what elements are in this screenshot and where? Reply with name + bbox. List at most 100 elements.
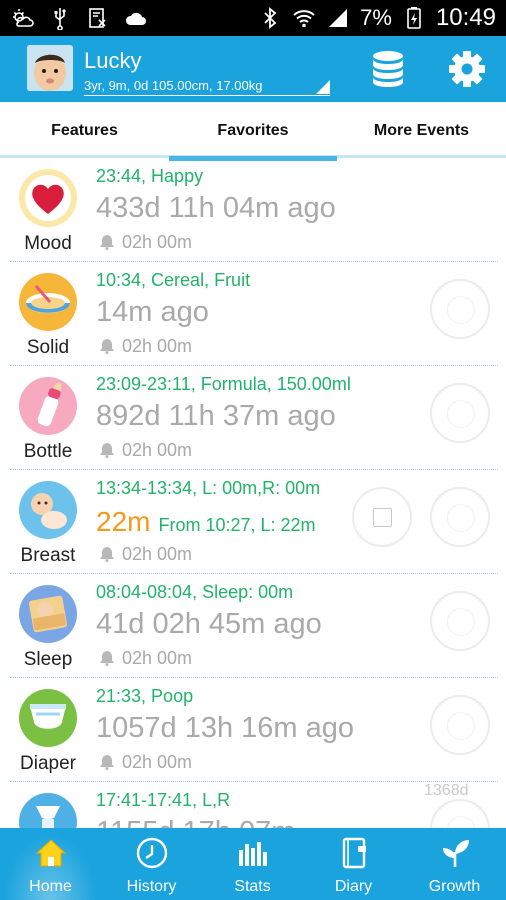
sprout-icon [443, 840, 469, 867]
heart-icon [19, 169, 77, 227]
event-row-mood[interactable]: Mood 23:44, Happy 433d 11h 04m ago 02h 0… [0, 158, 506, 262]
nav-home-label: Home [29, 878, 72, 895]
baby-selector-underline [84, 95, 330, 96]
event-reminder-text: 02h 00m [122, 648, 193, 668]
tab-more-events-label: More Events [373, 122, 470, 139]
nav-diary[interactable]: Diary [303, 828, 404, 900]
wifi-icon [293, 10, 315, 28]
stats-button[interactable] [430, 695, 490, 755]
bottom-nav: Home History Stats Diary Growth [0, 828, 506, 900]
stats-button[interactable] [430, 591, 490, 651]
event-row-breast[interactable]: Breast 13:34-13:34, L: 00m,R: 00m 22m Fro… [0, 470, 506, 574]
breastfeeding-icon [19, 481, 77, 539]
event-reminder: 02h 00m [96, 752, 192, 773]
baby-stats: 3yr, 9m, 0d 105.00cm, 17.00kg [84, 78, 263, 93]
battery-percent: 7% [360, 5, 392, 30]
database-icon[interactable] [371, 50, 405, 88]
clock: 10:49 [435, 4, 496, 31]
event-reminder-text: 02h 00m [122, 440, 193, 460]
event-elapsed: 433d 11h 04m ago [96, 192, 336, 224]
event-last-entry: 10:34, Cereal, Fruit [96, 270, 251, 290]
event-label: Diaper [20, 753, 76, 774]
nav-home[interactable]: Home [0, 828, 101, 900]
event-reminder: 02h 00m [96, 544, 192, 565]
event-elapsed: 1155d 17h 07m [96, 816, 295, 828]
baby-photo [27, 45, 73, 91]
tab-features[interactable]: Features [0, 102, 169, 158]
nav-history[interactable]: History [101, 828, 202, 900]
bar-chart-icon [239, 842, 267, 866]
stop-icon [373, 508, 392, 527]
bluetooth-icon [264, 7, 277, 29]
nav-growth[interactable]: Growth [404, 828, 506, 900]
bell-icon [100, 443, 114, 458]
status-bar: 7% 10:49 [0, 0, 506, 36]
event-row-bottle[interactable]: Bottle 23:09-23:11, Formula, 150.00ml 89… [0, 366, 506, 470]
favorites-list: Mood 23:44, Happy 433d 11h 04m ago 02h 0… [0, 158, 506, 828]
tab-bar: Features Favorites More Events [0, 102, 506, 161]
tab-favorites[interactable]: Favorites [169, 102, 337, 161]
bell-icon [100, 339, 114, 354]
event-label: Sleep [23, 649, 73, 670]
event-row-solid[interactable]: Solid 10:34, Cereal, Fruit 14m ago 02h 0… [0, 262, 506, 366]
nav-stats-label: Stats [234, 878, 271, 895]
event-last-entry: 17:41-17:41, L,R [96, 790, 231, 810]
event-label: Solid [26, 337, 70, 358]
bell-icon [100, 651, 114, 666]
signal-icon [329, 9, 348, 27]
bell-icon [100, 235, 114, 250]
diaper-icon [19, 689, 77, 747]
event-elapsed: 22m [96, 506, 151, 537]
event-elapsed: 41d 02h 45m ago [96, 608, 322, 640]
nav-growth-label: Growth [428, 878, 481, 895]
nav-history-label: History [126, 878, 177, 895]
sleeping-baby-icon [19, 585, 77, 643]
nav-stats[interactable]: Stats [202, 828, 303, 900]
calendar-x-icon [89, 8, 106, 28]
event-reminder: 02h 00m [96, 440, 192, 461]
event-label: Mood [24, 233, 72, 254]
event-reminder: 02h 00m [96, 648, 192, 669]
bell-icon [100, 547, 114, 562]
history-clock-icon [136, 837, 168, 869]
stats-button[interactable] [430, 279, 490, 339]
cloud-icon [125, 12, 146, 25]
avatar[interactable] [27, 45, 73, 91]
tab-more-events[interactable]: More Events [337, 102, 506, 158]
app-header: Lucky 3yr, 9m, 0d 105.00cm, 17.00kg [0, 36, 506, 102]
event-row-sleep[interactable]: Sleep 08:04-08:04, Sleep: 00m 41d 02h 45… [0, 574, 506, 678]
stats-button[interactable] [430, 799, 490, 828]
event-label: Bottle [23, 441, 73, 462]
event-reminder-text: 02h 00m [122, 336, 193, 356]
event-last-entry: 13:34-13:34, L: 00m,R: 00m [96, 478, 321, 498]
event-last-entry: 23:09-23:11, Formula, 150.00ml [96, 374, 351, 394]
event-elapsed: 892d 11h 37m ago [96, 400, 336, 432]
baby-selector-indicator[interactable] [316, 80, 330, 94]
event-reminder: 02h 00m [96, 336, 192, 357]
stats-button[interactable] [430, 487, 490, 547]
event-reminder-text: 02h 00m [122, 544, 193, 564]
event-elapsed-detail: From 10:27, L: 22m [158, 515, 316, 535]
event-row-diaper[interactable]: Diaper 21:33, Poop 1057d 13h 16m ago 02h… [0, 678, 506, 782]
event-elapsed: 14m ago [96, 296, 209, 328]
weather-icon [13, 9, 34, 27]
stats-button[interactable] [430, 383, 490, 443]
bell-icon [100, 755, 114, 770]
event-label: Breast [20, 545, 76, 566]
event-last-entry: 08:04-08:04, Sleep: 00m [96, 582, 294, 602]
nav-diary-label: Diary [334, 878, 373, 895]
event-elapsed: 1057d 13h 16m ago [96, 712, 354, 744]
event-reminder-text: 02h 00m [122, 752, 193, 772]
gear-icon[interactable] [448, 50, 486, 88]
bottle-icon [19, 377, 77, 435]
event-last-entry: 21:33, Poop [96, 686, 194, 706]
breast-pump-icon [19, 793, 77, 828]
battery-icon [407, 7, 421, 29]
baby-name[interactable]: Lucky [84, 48, 141, 74]
event-row-pump[interactable]: 17:41-17:41, L,R 1155d 17h 07m 1368d [0, 782, 506, 828]
event-last-entry: 23:44, Happy [96, 166, 204, 186]
tab-favorites-label: Favorites [217, 122, 289, 139]
tab-features-label: Features [51, 122, 118, 139]
event-elapsed-row: 22m From 10:27, L: 22m [96, 506, 316, 539]
stop-timer-button[interactable] [352, 487, 412, 547]
